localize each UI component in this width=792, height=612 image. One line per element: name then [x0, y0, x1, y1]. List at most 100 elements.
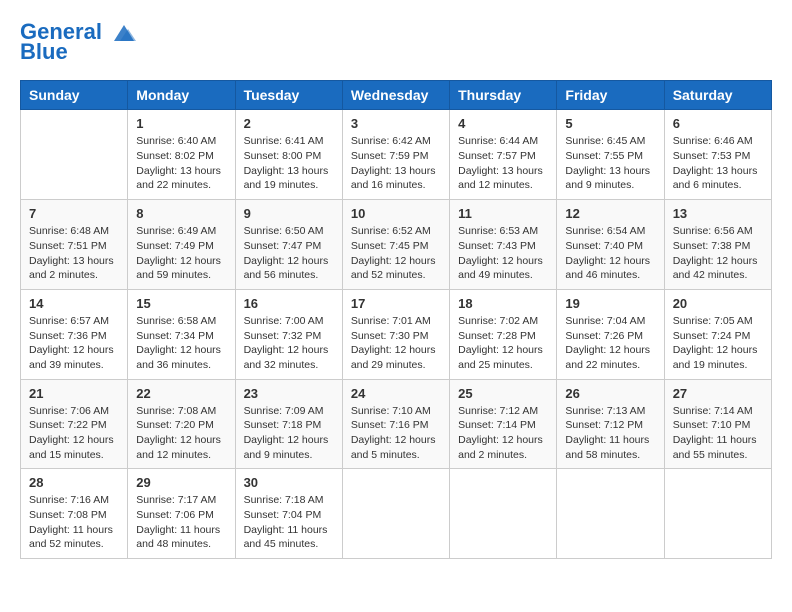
day-number: 4	[458, 116, 548, 131]
day-info: Sunrise: 7:12 AMSunset: 7:14 PMDaylight:…	[458, 404, 548, 463]
day-info: Sunrise: 7:17 AMSunset: 7:06 PMDaylight:…	[136, 493, 226, 552]
day-info: Sunrise: 7:18 AMSunset: 7:04 PMDaylight:…	[244, 493, 334, 552]
day-number: 18	[458, 296, 548, 311]
header-wednesday: Wednesday	[342, 81, 449, 110]
day-info: Sunrise: 6:53 AMSunset: 7:43 PMDaylight:…	[458, 224, 548, 283]
day-number: 15	[136, 296, 226, 311]
day-number: 3	[351, 116, 441, 131]
day-info: Sunrise: 6:44 AMSunset: 7:57 PMDaylight:…	[458, 134, 548, 193]
calendar-cell: 13 Sunrise: 6:56 AMSunset: 7:38 PMDayligh…	[664, 200, 771, 290]
day-number: 29	[136, 475, 226, 490]
calendar-cell: 3 Sunrise: 6:42 AMSunset: 7:59 PMDaylight…	[342, 110, 449, 200]
calendar-cell: 26 Sunrise: 7:13 AMSunset: 7:12 PMDayligh…	[557, 379, 664, 469]
day-info: Sunrise: 7:05 AMSunset: 7:24 PMDaylight:…	[673, 314, 763, 373]
calendar-cell: 21 Sunrise: 7:06 AMSunset: 7:22 PMDayligh…	[21, 379, 128, 469]
day-info: Sunrise: 6:48 AMSunset: 7:51 PMDaylight:…	[29, 224, 119, 283]
calendar-cell: 28 Sunrise: 7:16 AMSunset: 7:08 PMDayligh…	[21, 469, 128, 559]
calendar-week-4: 21 Sunrise: 7:06 AMSunset: 7:22 PMDayligh…	[21, 379, 772, 469]
logo: General Blue	[20, 20, 140, 64]
header-tuesday: Tuesday	[235, 81, 342, 110]
calendar-cell: 22 Sunrise: 7:08 AMSunset: 7:20 PMDayligh…	[128, 379, 235, 469]
calendar-cell: 12 Sunrise: 6:54 AMSunset: 7:40 PMDayligh…	[557, 200, 664, 290]
day-info: Sunrise: 6:56 AMSunset: 7:38 PMDaylight:…	[673, 224, 763, 283]
day-number: 14	[29, 296, 119, 311]
day-info: Sunrise: 6:57 AMSunset: 7:36 PMDaylight:…	[29, 314, 119, 373]
calendar-cell: 19Sunrise: 7:04 AMSunset: 7:26 PMDayligh…	[557, 289, 664, 379]
calendar-cell	[557, 469, 664, 559]
calendar-cell: 17 Sunrise: 7:01 AMSunset: 7:30 PMDayligh…	[342, 289, 449, 379]
day-number: 6	[673, 116, 763, 131]
day-number: 10	[351, 206, 441, 221]
day-info: Sunrise: 6:40 AMSunset: 8:02 PMDaylight:…	[136, 134, 226, 193]
day-info: Sunrise: 7:04 AMSunset: 7:26 PMDaylight:…	[565, 314, 655, 373]
day-info: Sunrise: 7:08 AMSunset: 7:20 PMDaylight:…	[136, 404, 226, 463]
calendar-header-row: SundayMondayTuesdayWednesdayThursdayFrid…	[21, 81, 772, 110]
calendar-table: SundayMondayTuesdayWednesdayThursdayFrid…	[20, 80, 772, 559]
calendar-cell: 18 Sunrise: 7:02 AMSunset: 7:28 PMDayligh…	[450, 289, 557, 379]
calendar-week-1: 1 Sunrise: 6:40 AMSunset: 8:02 PMDaylight…	[21, 110, 772, 200]
calendar-cell: 11Sunrise: 6:53 AMSunset: 7:43 PMDayligh…	[450, 200, 557, 290]
day-number: 12	[565, 206, 655, 221]
calendar-cell: 27Sunrise: 7:14 AMSunset: 7:10 PMDayligh…	[664, 379, 771, 469]
day-info: Sunrise: 7:16 AMSunset: 7:08 PMDaylight:…	[29, 493, 119, 552]
calendar-cell	[342, 469, 449, 559]
day-number: 13	[673, 206, 763, 221]
day-number: 5	[565, 116, 655, 131]
header-sunday: Sunday	[21, 81, 128, 110]
day-number: 30	[244, 475, 334, 490]
day-info: Sunrise: 7:13 AMSunset: 7:12 PMDaylight:…	[565, 404, 655, 463]
day-number: 8	[136, 206, 226, 221]
calendar-cell: 10 Sunrise: 6:52 AMSunset: 7:45 PMDayligh…	[342, 200, 449, 290]
day-info: Sunrise: 6:41 AMSunset: 8:00 PMDaylight:…	[244, 134, 334, 193]
day-number: 23	[244, 386, 334, 401]
day-info: Sunrise: 6:52 AMSunset: 7:45 PMDaylight:…	[351, 224, 441, 283]
calendar-cell: 7 Sunrise: 6:48 AMSunset: 7:51 PMDaylight…	[21, 200, 128, 290]
calendar-cell: 14 Sunrise: 6:57 AMSunset: 7:36 PMDayligh…	[21, 289, 128, 379]
calendar-cell	[21, 110, 128, 200]
day-number: 16	[244, 296, 334, 311]
day-info: Sunrise: 6:50 AMSunset: 7:47 PMDaylight:…	[244, 224, 334, 283]
day-info: Sunrise: 7:10 AMSunset: 7:16 PMDaylight:…	[351, 404, 441, 463]
calendar-cell: 8 Sunrise: 6:49 AMSunset: 7:49 PMDaylight…	[128, 200, 235, 290]
day-info: Sunrise: 6:46 AMSunset: 7:53 PMDaylight:…	[673, 134, 763, 193]
calendar-cell: 25Sunrise: 7:12 AMSunset: 7:14 PMDayligh…	[450, 379, 557, 469]
day-info: Sunrise: 6:42 AMSunset: 7:59 PMDaylight:…	[351, 134, 441, 193]
day-number: 26	[565, 386, 655, 401]
header-saturday: Saturday	[664, 81, 771, 110]
header-monday: Monday	[128, 81, 235, 110]
day-number: 1	[136, 116, 226, 131]
day-info: Sunrise: 7:01 AMSunset: 7:30 PMDaylight:…	[351, 314, 441, 373]
calendar-week-3: 14 Sunrise: 6:57 AMSunset: 7:36 PMDayligh…	[21, 289, 772, 379]
calendar-cell: 1 Sunrise: 6:40 AMSunset: 8:02 PMDaylight…	[128, 110, 235, 200]
day-info: Sunrise: 6:45 AMSunset: 7:55 PMDaylight:…	[565, 134, 655, 193]
day-number: 2	[244, 116, 334, 131]
calendar-cell: 29 Sunrise: 7:17 AMSunset: 7:06 PMDayligh…	[128, 469, 235, 559]
calendar-week-2: 7 Sunrise: 6:48 AMSunset: 7:51 PMDaylight…	[21, 200, 772, 290]
day-info: Sunrise: 6:54 AMSunset: 7:40 PMDaylight:…	[565, 224, 655, 283]
calendar-cell: 6 Sunrise: 6:46 AMSunset: 7:53 PMDaylight…	[664, 110, 771, 200]
header-thursday: Thursday	[450, 81, 557, 110]
logo-icon	[110, 23, 138, 43]
calendar-week-5: 28 Sunrise: 7:16 AMSunset: 7:08 PMDayligh…	[21, 469, 772, 559]
calendar-cell: 16 Sunrise: 7:00 AMSunset: 7:32 PMDayligh…	[235, 289, 342, 379]
calendar-cell: 15Sunrise: 6:58 AMSunset: 7:34 PMDayligh…	[128, 289, 235, 379]
day-number: 21	[29, 386, 119, 401]
day-info: Sunrise: 7:06 AMSunset: 7:22 PMDaylight:…	[29, 404, 119, 463]
calendar-cell: 24 Sunrise: 7:10 AMSunset: 7:16 PMDayligh…	[342, 379, 449, 469]
day-number: 28	[29, 475, 119, 490]
day-info: Sunrise: 7:09 AMSunset: 7:18 PMDaylight:…	[244, 404, 334, 463]
day-info: Sunrise: 7:02 AMSunset: 7:28 PMDaylight:…	[458, 314, 548, 373]
calendar-cell: 2 Sunrise: 6:41 AMSunset: 8:00 PMDaylight…	[235, 110, 342, 200]
calendar-cell: 5 Sunrise: 6:45 AMSunset: 7:55 PMDaylight…	[557, 110, 664, 200]
calendar-cell: 4 Sunrise: 6:44 AMSunset: 7:57 PMDaylight…	[450, 110, 557, 200]
header-friday: Friday	[557, 81, 664, 110]
day-info: Sunrise: 6:49 AMSunset: 7:49 PMDaylight:…	[136, 224, 226, 283]
day-number: 24	[351, 386, 441, 401]
day-number: 7	[29, 206, 119, 221]
calendar-cell: 30 Sunrise: 7:18 AMSunset: 7:04 PMDayligh…	[235, 469, 342, 559]
day-number: 17	[351, 296, 441, 311]
day-info: Sunrise: 7:00 AMSunset: 7:32 PMDaylight:…	[244, 314, 334, 373]
calendar-cell	[450, 469, 557, 559]
day-number: 22	[136, 386, 226, 401]
day-number: 9	[244, 206, 334, 221]
